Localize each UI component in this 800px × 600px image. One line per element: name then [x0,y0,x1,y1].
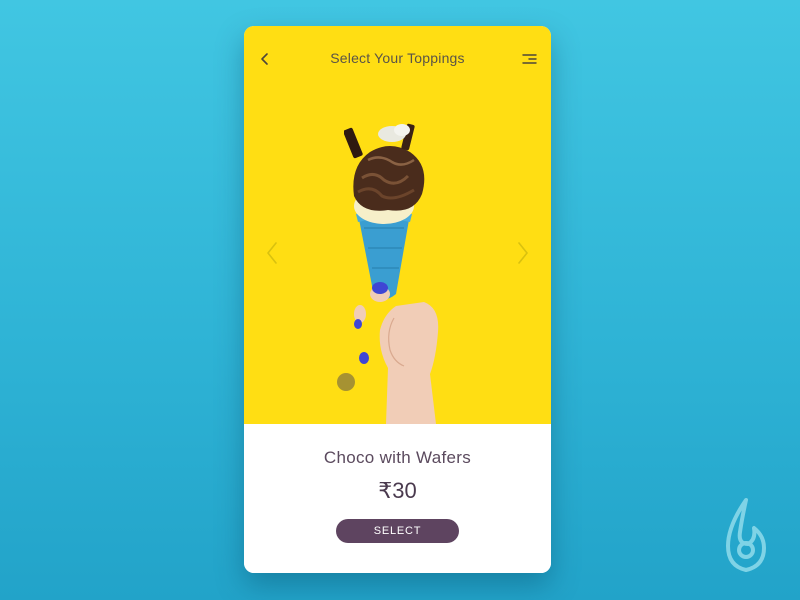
product-card: Select Your Toppings Choco with Wafers ₹… [244,26,551,573]
carousel-next-button[interactable] [511,238,535,268]
carousel-prev-button[interactable] [260,238,284,268]
top-bar: Select Your Toppings [244,26,551,90]
page-title: Select Your Toppings [330,50,465,66]
product-price: ₹30 [244,478,551,504]
chevron-right-icon [518,242,528,264]
chevron-left-icon [267,242,277,264]
brand-logo [726,498,766,572]
ice-cream-image [344,123,439,424]
product-info: Choco with Wafers ₹30 SELECT [244,424,551,573]
price-value: 30 [392,478,417,503]
menu-icon [522,54,537,64]
currency-symbol: ₹ [378,478,393,503]
select-button[interactable]: SELECT [336,519,459,543]
menu-button[interactable] [517,48,541,70]
product-name: Choco with Wafers [323,448,472,467]
product-hero: Select Your Toppings [244,26,551,424]
carousel-indicator-dot[interactable] [337,373,355,391]
